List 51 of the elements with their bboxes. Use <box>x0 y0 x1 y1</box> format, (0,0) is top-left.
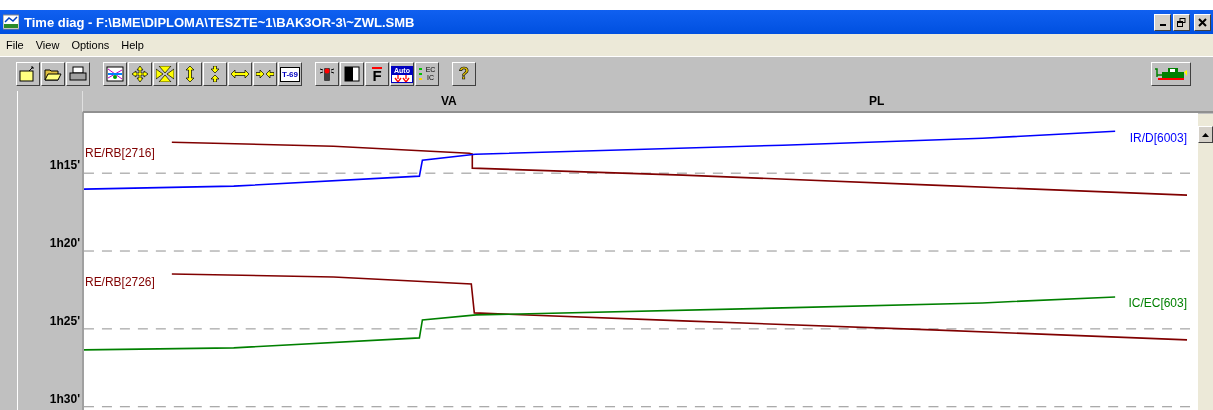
open-folder-icon <box>44 66 62 82</box>
scroll-up-button[interactable] <box>1198 126 1213 143</box>
font-button[interactable]: F <box>365 62 389 86</box>
zoom-in-button[interactable] <box>153 62 177 86</box>
locomotive-icon <box>1154 66 1188 82</box>
station-label: VA <box>441 94 457 108</box>
print-button[interactable] <box>66 62 90 86</box>
vertical-expand-button[interactable] <box>178 62 202 86</box>
train-label: IR/D[6003] <box>1129 131 1187 146</box>
minimize-icon <box>1159 24 1166 26</box>
new-file-button[interactable] <box>16 62 40 86</box>
restore-icon <box>1177 17 1186 27</box>
timetable-button[interactable]: T-69 <box>278 62 302 86</box>
train-label: RE/RB[2716] <box>85 146 155 161</box>
traffic-light-icon <box>318 66 336 82</box>
train-label: RE/RB[2726] <box>85 274 155 289</box>
time-label: 1h20' <box>49 236 80 250</box>
train-button[interactable] <box>1151 62 1191 86</box>
time-label: 1h30' <box>49 392 80 406</box>
menu-item[interactable]: Options <box>71 39 110 51</box>
vertical-shrink-button[interactable] <box>203 62 227 86</box>
menu-item[interactable]: View <box>35 39 60 51</box>
scrollbar[interactable] <box>1198 113 1213 410</box>
contrast-button[interactable] <box>340 62 364 86</box>
app-icon <box>3 14 19 30</box>
horizontal-expand-button[interactable] <box>228 62 252 86</box>
contrast-icon <box>343 66 361 82</box>
chart-icon <box>106 66 124 82</box>
up-arrow-icon <box>1202 132 1209 137</box>
down-arrows-icon <box>394 74 410 82</box>
restore-button[interactable] <box>1173 13 1190 31</box>
open-folder-button[interactable] <box>41 62 65 86</box>
inward-triangles-icon <box>156 66 174 82</box>
move-button[interactable] <box>128 62 152 86</box>
menu-item[interactable]: File <box>6 39 24 51</box>
menu-item[interactable]: Help <box>121 39 144 51</box>
close-button[interactable] <box>1194 13 1211 31</box>
checklist-icon <box>418 66 425 82</box>
signal-button[interactable] <box>315 62 339 86</box>
time-label: 1h15' <box>49 158 80 172</box>
horizontal-shrink-button[interactable] <box>253 62 277 86</box>
printer-icon <box>69 66 87 82</box>
time-label: 1h25' <box>49 314 80 328</box>
folder-icon <box>19 66 37 82</box>
station-label: PL <box>869 94 885 108</box>
minimize-button[interactable] <box>1154 13 1171 31</box>
close-icon <box>1198 17 1207 27</box>
window-title: Time diag - F:\BME\DIPLOMA\TESZTE~1\BAK3OR-3\~ZWL.SMB <box>24 14 415 30</box>
train-label: IC/EC[603] <box>1128 295 1187 310</box>
four-way-arrow-icon <box>131 66 149 82</box>
zoom-all-button[interactable] <box>103 62 127 86</box>
